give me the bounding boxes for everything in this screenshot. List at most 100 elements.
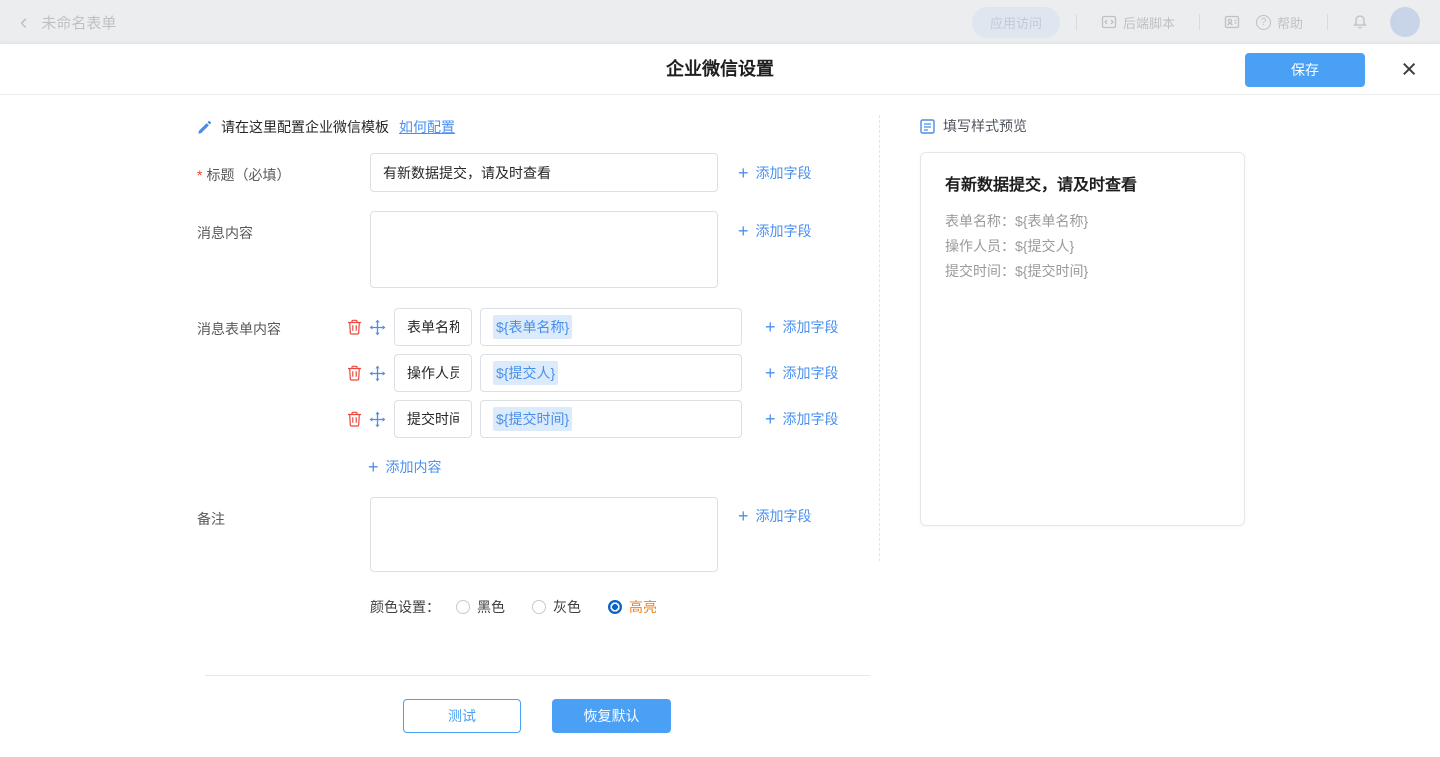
close-icon[interactable]: × — [1401, 44, 1417, 94]
field-token: ${提交时间} — [493, 407, 572, 431]
move-row-handle[interactable] — [362, 319, 386, 336]
add-field-label: 添加字段 — [756, 163, 812, 183]
radio-label: 灰色 — [553, 597, 581, 617]
delete-row-button[interactable] — [347, 319, 362, 335]
backend-script-button[interactable]: 后端脚本 — [1101, 13, 1175, 32]
message-content-textarea[interactable] — [370, 211, 718, 288]
topbar-divider — [1327, 14, 1328, 30]
plus-icon: + — [368, 458, 379, 476]
add-content-button[interactable]: + 添加内容 — [368, 457, 442, 477]
form-content-row: ${表单名称} + 添加字段 — [347, 308, 839, 346]
color-setting-label: 颜色设置： — [370, 597, 440, 617]
contact-card-button[interactable] — [1224, 14, 1240, 30]
field-token: ${表单名称} — [493, 315, 572, 339]
row-name-input[interactable] — [394, 308, 472, 346]
add-field-label: 添加字段 — [756, 221, 812, 241]
restore-default-button[interactable]: 恢复默认 — [552, 699, 671, 733]
back-icon[interactable]: ‹ — [20, 12, 27, 32]
help-button[interactable]: ? 帮助 — [1256, 13, 1303, 32]
topbar-divider — [1076, 14, 1077, 30]
radio-icon — [456, 600, 470, 614]
bell-icon — [1352, 14, 1368, 30]
add-content-label: 添加内容 — [386, 457, 442, 477]
how-to-configure-link[interactable]: 如何配置 — [399, 117, 455, 137]
add-field-label: 添加字段 — [783, 317, 839, 337]
trash-icon — [347, 365, 362, 381]
notifications-button[interactable] — [1352, 14, 1368, 30]
form-title: 未命名表单 — [41, 12, 116, 33]
preview-header: 填写样式预览 — [920, 116, 1027, 136]
title-label-text: 标题（必填） — [206, 167, 290, 183]
plus-icon: + — [738, 507, 749, 525]
modal-header: 企业微信设置 保存 × — [0, 44, 1440, 95]
script-icon — [1101, 14, 1117, 30]
config-hint-row: 请在这里配置企业微信模板 如何配置 — [197, 117, 455, 137]
plus-icon: + — [765, 410, 776, 428]
add-field-label: 添加字段 — [783, 363, 839, 383]
trash-icon — [347, 319, 362, 335]
preview-card-title: 有新数据提交，请及时查看 — [945, 171, 1220, 195]
add-field-label: 添加字段 — [783, 409, 839, 429]
move-row-handle[interactable] — [362, 411, 386, 428]
remark-label: 备注 — [197, 509, 225, 529]
radio-label: 黑色 — [477, 597, 505, 617]
test-button[interactable]: 测试 — [403, 699, 521, 733]
help-label: 帮助 — [1277, 13, 1303, 32]
required-mark: * — [197, 167, 202, 183]
color-setting-row: 颜色设置： 黑色 灰色 高亮 — [370, 597, 657, 617]
row-token-input[interactable]: ${提交人} — [480, 354, 742, 392]
add-field-button-row[interactable]: + 添加字段 — [765, 409, 839, 429]
move-icon — [369, 319, 386, 336]
wechat-settings-modal: 企业微信设置 保存 × 请在这里配置企业微信模板 如何配置 *标题（必填） + 添… — [0, 44, 1440, 757]
add-field-button-message[interactable]: + 添加字段 — [738, 221, 812, 241]
app-access-button[interactable]: 应用访问 — [972, 7, 1060, 38]
row-name-input[interactable] — [394, 354, 472, 392]
form-content-row: ${提交人} + 添加字段 — [347, 354, 839, 392]
title-field-label: *标题（必填） — [197, 165, 290, 185]
radio-option-black[interactable]: 黑色 — [456, 597, 505, 617]
add-field-button-remark[interactable]: +添加字段 — [738, 506, 812, 526]
backend-script-label: 后端脚本 — [1123, 13, 1175, 32]
plus-icon: + — [765, 364, 776, 382]
save-button[interactable]: 保存 — [1245, 53, 1365, 87]
pencil-icon — [197, 120, 212, 135]
preview-card: 有新数据提交，请及时查看 表单名称：${表单名称} 操作人员：${提交人} 提交… — [920, 152, 1245, 526]
radio-option-highlight[interactable]: 高亮 — [608, 597, 657, 617]
field-token: ${提交人} — [493, 361, 558, 385]
topbar: ‹ 未命名表单 应用访问 后端脚本 ? 帮助 — [0, 0, 1440, 44]
plus-icon: + — [738, 222, 749, 240]
move-icon — [369, 411, 386, 428]
preview-line: 表单名称：${表单名称} — [945, 209, 1220, 234]
config-hint-text: 请在这里配置企业微信模板 — [221, 117, 389, 137]
document-icon — [920, 119, 935, 134]
preview-line: 提交时间：${提交时间} — [945, 259, 1220, 284]
plus-icon: + — [765, 318, 776, 336]
modal-title: 企业微信设置 — [0, 44, 1440, 95]
remark-textarea[interactable] — [370, 497, 718, 572]
radio-label: 高亮 — [629, 597, 657, 617]
move-icon — [369, 365, 386, 382]
avatar[interactable] — [1390, 7, 1420, 37]
delete-row-button[interactable] — [347, 411, 362, 427]
radio-icon — [532, 600, 546, 614]
help-icon: ? — [1256, 15, 1271, 30]
move-row-handle[interactable] — [362, 365, 386, 382]
add-field-button-row[interactable]: + 添加字段 — [765, 363, 839, 383]
form-content-row: ${提交时间} + 添加字段 — [347, 400, 839, 438]
delete-row-button[interactable] — [347, 365, 362, 381]
add-field-button-row[interactable]: + 添加字段 — [765, 317, 839, 337]
preview-header-label: 填写样式预览 — [943, 116, 1027, 136]
row-name-input[interactable] — [394, 400, 472, 438]
title-input[interactable] — [370, 153, 718, 192]
preview-line: 操作人员：${提交人} — [945, 234, 1220, 259]
row-token-input[interactable]: ${表单名称} — [480, 308, 742, 346]
contact-card-icon — [1224, 14, 1240, 30]
radio-option-gray[interactable]: 灰色 — [532, 597, 581, 617]
add-field-button-title[interactable]: +添加字段 — [738, 163, 812, 183]
row-token-input[interactable]: ${提交时间} — [480, 400, 742, 438]
message-content-label: 消息内容 — [197, 223, 253, 243]
panel-divider — [879, 115, 880, 561]
trash-icon — [347, 411, 362, 427]
radio-selected-icon — [608, 600, 622, 614]
footer-divider — [205, 675, 870, 676]
